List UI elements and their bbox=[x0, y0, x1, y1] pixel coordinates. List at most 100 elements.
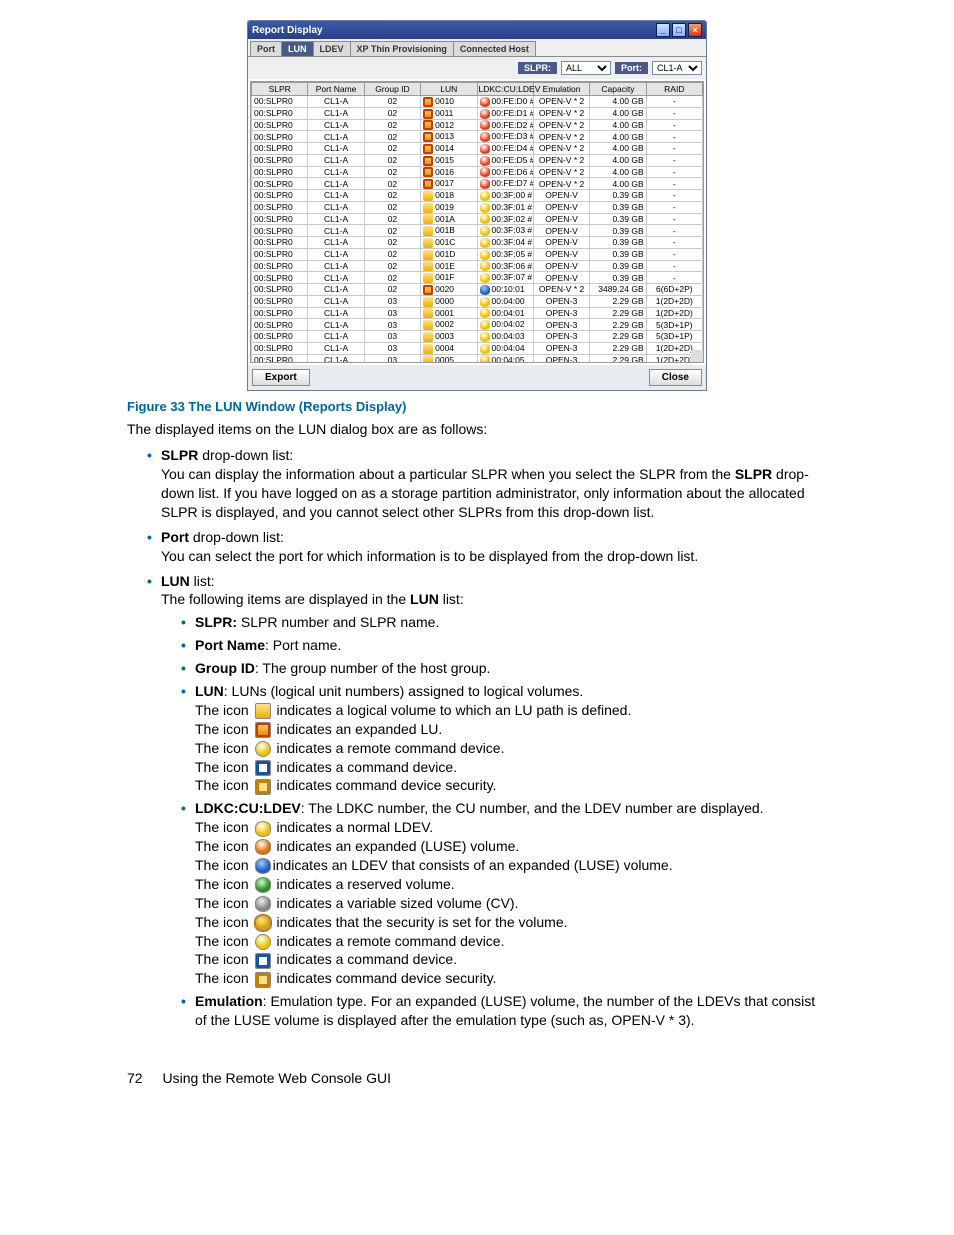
ldev-type-icon bbox=[480, 332, 490, 342]
table-row[interactable]: 00:SLPR0CL1-A02001800:3F:00 #OPEN-V0.39 … bbox=[252, 190, 703, 202]
table-row[interactable]: 00:SLPR0CL1-A03000400:04:04OPEN-32.29 GB… bbox=[252, 342, 703, 354]
ldev-type-icon bbox=[480, 167, 490, 177]
table-row[interactable]: 00:SLPR0CL1-A02001700:FE:D7 #OPEN-V * 24… bbox=[252, 178, 703, 190]
col-ldkc-cu-ldev[interactable]: LDKC:CU:LDEV bbox=[477, 83, 533, 96]
tab-ldev[interactable]: LDEV bbox=[313, 41, 351, 56]
luse-icon bbox=[255, 839, 271, 855]
close-icon[interactable]: × bbox=[688, 23, 702, 37]
lun-type-icon bbox=[423, 308, 433, 318]
tab-port[interactable]: Port bbox=[250, 41, 282, 56]
table-row[interactable]: 00:SLPR0CL1-A02001B00:3F:03 #OPEN-V0.39 … bbox=[252, 225, 703, 237]
lun-type-icon bbox=[423, 261, 433, 271]
lun-type-icon bbox=[423, 203, 433, 213]
table-row[interactable]: 00:SLPR0CL1-A02001900:3F:01 #OPEN-V0.39 … bbox=[252, 201, 703, 213]
lun-type-icon bbox=[423, 144, 433, 154]
lun-type-icon bbox=[423, 179, 433, 189]
remote-cmd-icon bbox=[255, 741, 271, 757]
ldev-type-icon bbox=[480, 261, 490, 271]
cv-icon bbox=[255, 896, 271, 912]
tab-lun[interactable]: LUN bbox=[281, 41, 314, 56]
ldev-type-icon bbox=[480, 179, 490, 189]
intro-text: The displayed items on the LUN dialog bo… bbox=[127, 420, 827, 438]
table-row[interactable]: 00:SLPR0CL1-A02001E00:3F:06 #OPEN-V0.39 … bbox=[252, 260, 703, 272]
ldev-type-icon bbox=[480, 308, 490, 318]
description-list: SLPR drop-down list: You can display the… bbox=[127, 446, 827, 1030]
export-button[interactable]: Export bbox=[252, 369, 310, 386]
ldev-type-icon bbox=[480, 214, 490, 224]
col-capacity[interactable]: Capacity bbox=[590, 83, 646, 96]
reserved-icon bbox=[255, 877, 271, 893]
table-row[interactable]: 00:SLPR0CL1-A02001D00:3F:05 #OPEN-V0.39 … bbox=[252, 248, 703, 260]
table-row[interactable]: 00:SLPR0CL1-A03000200:04:02OPEN-32.29 GB… bbox=[252, 319, 703, 331]
port-filter-label: Port: bbox=[615, 62, 648, 74]
lun-type-icon bbox=[423, 226, 433, 236]
ldev-type-icon bbox=[480, 297, 490, 307]
table-row[interactable]: 00:SLPR0CL1-A02001100:FE:D1 #OPEN-V * 24… bbox=[252, 107, 703, 119]
minimize-icon[interactable]: _ bbox=[656, 23, 670, 37]
col-lun[interactable]: LUN bbox=[421, 83, 477, 96]
slpr-filter-label: SLPR: bbox=[518, 62, 557, 74]
scroll-corner bbox=[691, 350, 703, 362]
ldev-type-icon bbox=[480, 273, 490, 283]
ldev-type-icon bbox=[480, 97, 490, 107]
figure-caption: Figure 33 The LUN Window (Reports Displa… bbox=[127, 399, 827, 414]
ldev-type-icon bbox=[480, 144, 490, 154]
table-row[interactable]: 00:SLPR0CL1-A02001200:FE:D2 #OPEN-V * 24… bbox=[252, 119, 703, 131]
remote-cmd-icon-2 bbox=[255, 934, 271, 950]
table-row[interactable]: 00:SLPR0CL1-A02001300:FE:D3 #OPEN-V * 24… bbox=[252, 131, 703, 143]
col-group-id[interactable]: Group ID bbox=[364, 83, 420, 96]
table-row[interactable]: 00:SLPR0CL1-A02001600:FE:D6 #OPEN-V * 24… bbox=[252, 166, 703, 178]
maximize-icon[interactable]: □ bbox=[672, 23, 686, 37]
table-row[interactable]: 00:SLPR0CL1-A02001400:FE:D4 #OPEN-V * 24… bbox=[252, 143, 703, 155]
table-row[interactable]: 00:SLPR0CL1-A02001F00:3F:07 #OPEN-V0.39 … bbox=[252, 272, 703, 284]
lun-type-icon bbox=[423, 167, 433, 177]
expanded-lu-icon bbox=[255, 722, 271, 738]
tab-connected-host[interactable]: Connected Host bbox=[453, 41, 536, 56]
col-emulation[interactable]: Emulation bbox=[533, 83, 589, 96]
table-row[interactable]: 00:SLPR0CL1-A03000500:04:05OPEN-32.29 GB… bbox=[252, 354, 703, 363]
item-lun: LUN list: The following items are displa… bbox=[147, 572, 827, 1030]
lu-path-icon bbox=[255, 703, 271, 719]
lun-type-icon bbox=[423, 344, 433, 354]
ldev-type-icon bbox=[480, 344, 490, 354]
ldev-type-icon bbox=[480, 132, 490, 142]
tab-xp-thin-provisioning[interactable]: XP Thin Provisioning bbox=[350, 41, 454, 56]
col-slpr[interactable]: SLPR bbox=[252, 83, 308, 96]
page-number: 72 bbox=[127, 1070, 143, 1086]
lun-type-icon bbox=[423, 132, 433, 142]
port-filter-select[interactable]: CL1-A bbox=[652, 61, 702, 75]
table-row[interactable]: 00:SLPR0CL1-A02001A00:3F:02 #OPEN-V0.39 … bbox=[252, 213, 703, 225]
ldev-type-icon bbox=[480, 191, 490, 201]
col-port-name[interactable]: Port Name bbox=[308, 83, 364, 96]
slpr-filter-select[interactable]: ALL bbox=[561, 61, 611, 75]
item-slpr: SLPR drop-down list: You can display the… bbox=[147, 446, 827, 522]
cmd-device-icon-2 bbox=[255, 953, 271, 969]
lun-bold: LUN bbox=[161, 573, 190, 589]
table-row[interactable]: 00:SLPR0CL1-A03000000:04:00OPEN-32.29 GB… bbox=[252, 295, 703, 307]
lun-type-icon bbox=[423, 156, 433, 166]
ldev-type-icon bbox=[480, 238, 490, 248]
ldev-type-icon bbox=[480, 320, 490, 330]
table-row[interactable]: 00:SLPR0CL1-A02002000:10:01OPEN-V * 2348… bbox=[252, 284, 703, 296]
table-row[interactable]: 00:SLPR0CL1-A02001500:FE:D5 #OPEN-V * 24… bbox=[252, 154, 703, 166]
ldev-type-icon bbox=[480, 226, 490, 236]
lun-type-icon bbox=[423, 332, 433, 342]
slpr-bold: SLPR bbox=[161, 447, 198, 463]
ldev-type-icon bbox=[480, 109, 490, 119]
table-row[interactable]: 00:SLPR0CL1-A02001C00:3F:04 #OPEN-V0.39 … bbox=[252, 237, 703, 249]
table-row[interactable]: 00:SLPR0CL1-A02001000:FE:D0 #OPEN-V * 24… bbox=[252, 96, 703, 108]
report-display-dialog: Report Display _ □ × PortLUNLDEVXP Thin … bbox=[247, 20, 707, 391]
tab-bar: PortLUNLDEVXP Thin ProvisioningConnected… bbox=[248, 39, 706, 57]
lun-type-icon bbox=[423, 109, 433, 119]
titlebar[interactable]: Report Display _ □ × bbox=[248, 21, 706, 39]
cmd-security-icon bbox=[255, 779, 271, 795]
ldev-type-icon bbox=[480, 156, 490, 166]
ldev-type-icon bbox=[480, 120, 490, 130]
close-button[interactable]: Close bbox=[649, 369, 702, 386]
page-footer: 72 Using the Remote Web Console GUI bbox=[127, 1070, 827, 1086]
table-row[interactable]: 00:SLPR0CL1-A03000100:04:01OPEN-32.29 GB… bbox=[252, 307, 703, 319]
lun-table-wrap[interactable]: SLPRPort NameGroup IDLUNLDKC:CU:LDEVEmul… bbox=[250, 81, 704, 363]
lun-type-icon bbox=[423, 285, 433, 295]
col-raid[interactable]: RAID bbox=[646, 83, 702, 96]
table-row[interactable]: 00:SLPR0CL1-A03000300:04:03OPEN-32.29 GB… bbox=[252, 331, 703, 343]
